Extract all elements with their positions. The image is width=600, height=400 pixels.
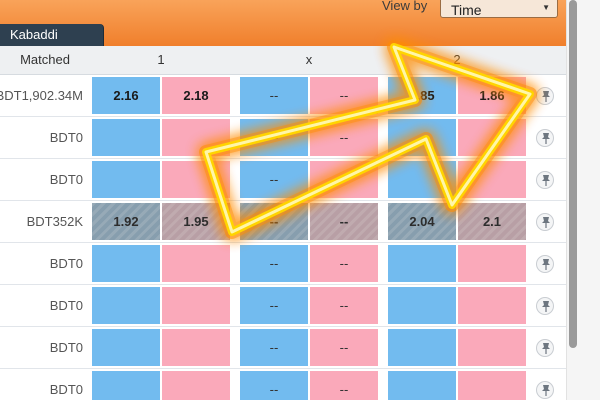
pin-icon[interactable] [536, 339, 554, 357]
pin-icon[interactable] [536, 129, 554, 147]
market-column-headers: Matched 1 x 2 [0, 46, 566, 75]
odds-2-back-button[interactable] [388, 245, 456, 282]
pin-icon[interactable] [536, 87, 554, 105]
odds-x-lay-button[interactable]: -- [310, 245, 378, 282]
odds-x-lay-button[interactable]: -- [310, 161, 378, 198]
odds-1-back-button[interactable] [92, 245, 160, 282]
matched-amount: BDT0 [49, 298, 83, 313]
view-by-select[interactable]: Time ▼ [440, 0, 558, 18]
matched-amount: BDT0 [49, 382, 83, 397]
pin-icon[interactable] [536, 213, 554, 231]
market-row[interactable]: BDT352K 1.92 1.95 -- -- 2.04 2.1 [0, 201, 566, 243]
sport-header-bar: Kabaddi View by Time ▼ [0, 0, 566, 46]
odds-2-lay-button[interactable] [458, 245, 526, 282]
matched-amount: BDT0 [49, 340, 83, 355]
odds-1-lay-button[interactable] [162, 371, 230, 400]
odds-1-back-button[interactable] [92, 119, 160, 156]
odds-2-back-button[interactable] [388, 329, 456, 366]
odds-1-lay-button[interactable] [162, 245, 230, 282]
odds-1-lay-button[interactable] [162, 329, 230, 366]
odds-1-back-button[interactable] [92, 329, 160, 366]
odds-1-back-button[interactable] [92, 371, 160, 400]
odds-2-back-button[interactable]: 1.85 [388, 77, 456, 114]
market-row[interactable]: BDT0 -- -- [0, 159, 566, 201]
odds-x-lay-button[interactable]: -- [310, 287, 378, 324]
market-row[interactable]: BDT0 -- -- [0, 243, 566, 285]
view-by-label: View by [382, 0, 428, 13]
column-header-2: 2 [453, 52, 461, 67]
odds-x-back-button[interactable]: -- [240, 287, 308, 324]
odds-x-lay-button[interactable]: -- [310, 77, 378, 114]
odds-2-lay-button[interactable] [458, 287, 526, 324]
column-header-x: x [305, 52, 313, 67]
odds-x-back-button[interactable]: -- [240, 329, 308, 366]
odds-2-back-button[interactable] [388, 287, 456, 324]
matched-amount: BDT0 [49, 256, 83, 271]
odds-x-lay-button[interactable]: -- [310, 203, 378, 240]
odds-2-lay-button[interactable] [458, 329, 526, 366]
odds-2-back-button[interactable]: 2.04 [388, 203, 456, 240]
column-header-matched: Matched [20, 52, 70, 67]
odds-x-lay-button[interactable]: -- [310, 371, 378, 400]
tab-kabaddi[interactable]: Kabaddi [0, 24, 104, 46]
odds-1-back-button[interactable] [92, 287, 160, 324]
odds-x-back-button[interactable]: -- [240, 245, 308, 282]
market-row[interactable]: BDT0 -- -- [0, 327, 566, 369]
odds-x-back-button[interactable]: -- [240, 371, 308, 400]
odds-x-lay-button[interactable]: -- [310, 329, 378, 366]
odds-1-lay-button[interactable] [162, 161, 230, 198]
matched-amount: BDT0 [49, 172, 83, 187]
matched-amount: BDT1,902.34M [0, 88, 83, 103]
odds-2-back-button[interactable] [388, 371, 456, 400]
odds-1-back-button[interactable]: 2.16 [92, 77, 160, 114]
view-by-value: Time [451, 2, 482, 18]
odds-1-lay-button[interactable]: 2.18 [162, 77, 230, 114]
pin-icon[interactable] [536, 255, 554, 273]
scrollbar-thumb[interactable] [569, 0, 577, 348]
odds-2-lay-button[interactable]: 1.86 [458, 77, 526, 114]
column-header-1: 1 [157, 52, 165, 67]
odds-2-lay-button[interactable]: 2.1 [458, 203, 526, 240]
market-row[interactable]: BDT1,902.34M 2.16 2.18 -- -- 1.85 1.86 [0, 75, 566, 117]
market-row[interactable]: BDT0 -- -- [0, 117, 566, 159]
odds-x-back-button[interactable]: -- [240, 161, 308, 198]
odds-1-lay-button[interactable]: 1.95 [162, 203, 230, 240]
odds-x-lay-button[interactable]: -- [310, 119, 378, 156]
pin-icon[interactable] [536, 171, 554, 189]
odds-2-lay-button[interactable] [458, 161, 526, 198]
market-row[interactable]: BDT0 -- -- [0, 285, 566, 327]
odds-2-back-button[interactable] [388, 119, 456, 156]
odds-2-lay-button[interactable] [458, 371, 526, 400]
odds-1-lay-button[interactable] [162, 287, 230, 324]
matched-amount: BDT352K [26, 214, 83, 229]
matched-amount: BDT0 [49, 130, 83, 145]
odds-x-back-button[interactable]: -- [240, 203, 308, 240]
odds-1-back-button[interactable]: 1.92 [92, 203, 160, 240]
market-row[interactable]: BDT0 -- -- [0, 369, 566, 400]
odds-x-back-button[interactable]: -- [240, 77, 308, 114]
pin-icon[interactable] [536, 297, 554, 315]
odds-1-lay-button[interactable] [162, 119, 230, 156]
odds-2-lay-button[interactable] [458, 119, 526, 156]
chevron-down-icon: ▼ [542, 3, 550, 12]
odds-2-back-button[interactable] [388, 161, 456, 198]
odds-1-back-button[interactable] [92, 161, 160, 198]
odds-x-back-button[interactable]: -- [240, 119, 308, 156]
pin-icon[interactable] [536, 381, 554, 399]
